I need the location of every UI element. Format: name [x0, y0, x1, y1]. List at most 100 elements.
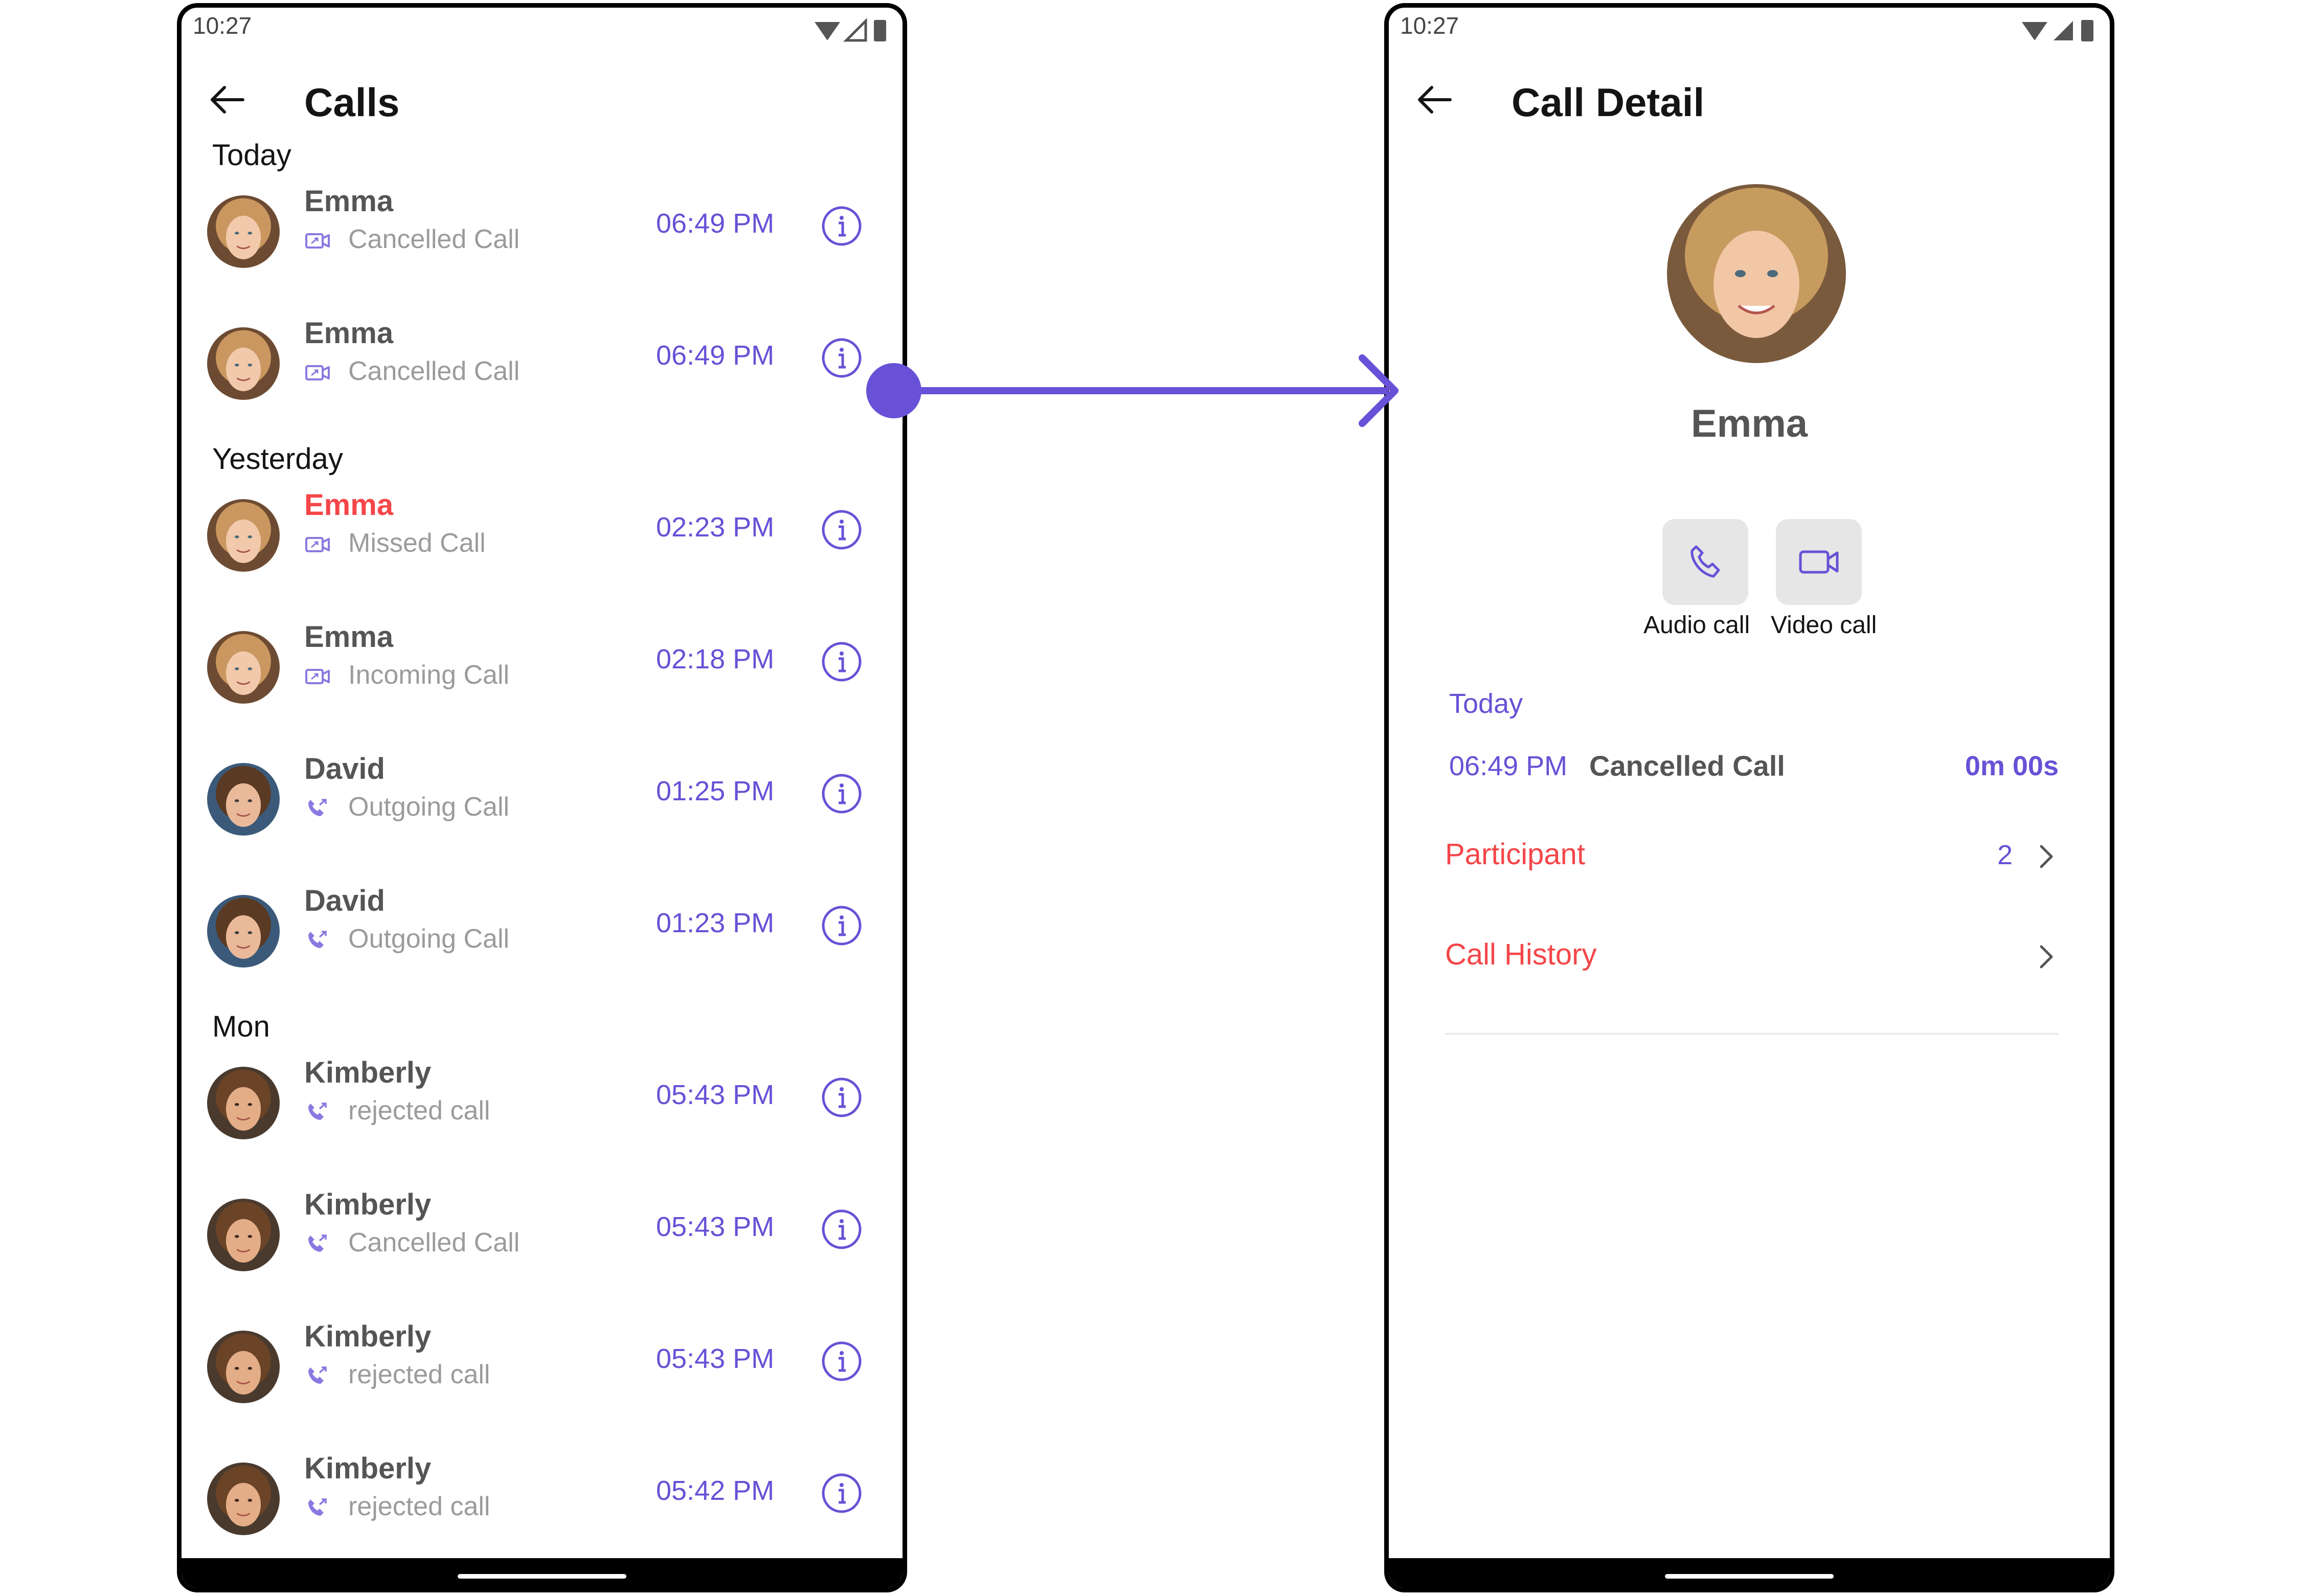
call-list-item[interactable]: Kimberly Cancelled Call 05:43 PM [182, 1172, 903, 1290]
chevron-right-icon [2040, 845, 2053, 868]
avatar [207, 1067, 280, 1139]
call-history-row[interactable]: Call History [1445, 932, 2059, 983]
video-call-icon [305, 669, 330, 684]
audio-call-icon [308, 1366, 327, 1384]
info-icon[interactable] [820, 1076, 863, 1119]
caller-name: Emma [304, 620, 394, 654]
nav-strip [182, 1558, 903, 1588]
info-icon[interactable] [820, 1208, 863, 1251]
participant-row[interactable]: Participant 2 [1445, 832, 2059, 883]
video-call-label: Video call [1771, 612, 1877, 639]
call-type: Incoming Call [348, 660, 510, 690]
call-time: 05:43 PM [656, 1343, 775, 1374]
section-label: Today [212, 139, 291, 172]
call-type: Cancelled Call [348, 356, 520, 386]
call-time: 01:23 PM [656, 908, 775, 938]
app-bar: Calls [182, 64, 903, 136]
caller-name: David [304, 752, 385, 785]
call-detail-screen: 10:27 Call Detail Emma Audio call Video … [1384, 3, 2114, 1592]
caller-name: Kimberly [304, 1188, 432, 1221]
home-indicator [458, 1574, 626, 1579]
call-list-item[interactable]: Emma Cancelled Call 06:49 PM [182, 169, 903, 286]
divider [1445, 1033, 2059, 1035]
video-call-button[interactable] [1776, 519, 1862, 605]
avatar [207, 1331, 280, 1403]
page-title: Calls [304, 80, 400, 125]
phone-icon [1690, 545, 1720, 578]
call-time: 06:49 PM [656, 340, 775, 371]
caller-name: Kimberly [304, 1056, 432, 1089]
info-icon[interactable] [820, 205, 863, 248]
contact-name: Emma [1690, 402, 1808, 445]
avatar [207, 1199, 280, 1271]
log-type: Cancelled Call [1589, 750, 1785, 782]
section-label: Mon [212, 1010, 270, 1043]
caller-name: David [304, 884, 385, 917]
audio-call-label: Audio call [1643, 612, 1750, 639]
back-arrow-icon[interactable] [1414, 79, 1455, 120]
call-time: 06:49 PM [656, 208, 775, 239]
status-icons [815, 17, 886, 42]
call-type: Outgoing Call [348, 792, 510, 822]
home-indicator [1665, 1574, 1834, 1579]
caller-name: Emma [304, 185, 394, 218]
info-icon[interactable] [820, 772, 863, 815]
status-time: 10:27 [1400, 12, 1459, 39]
info-icon[interactable] [820, 1472, 863, 1515]
caller-name: Emma [304, 317, 394, 350]
call-history-label: Call History [1445, 938, 1597, 971]
call-type: Cancelled Call [348, 224, 520, 254]
avatar [1667, 184, 1846, 363]
call-list-item[interactable]: Kimberly rejected call 05:43 PM [182, 1304, 903, 1422]
call-time: 05:42 PM [656, 1475, 775, 1506]
info-icon[interactable] [820, 336, 863, 379]
call-list-item[interactable]: Kimberly rejected call 05:43 PM [182, 1040, 903, 1158]
chevron-right-icon [2040, 945, 2053, 969]
status-bar: 10:27 [182, 8, 903, 49]
call-time: 05:43 PM [656, 1211, 775, 1242]
avatar [207, 1463, 280, 1535]
call-list-item[interactable]: David Outgoing Call 01:23 PM [182, 868, 903, 986]
call-list-item[interactable]: Emma Missed Call 02:23 PM [182, 473, 903, 590]
video-call-icon [305, 365, 330, 380]
caller-name: Emma [304, 488, 394, 522]
call-type: rejected call [348, 1096, 490, 1126]
video-call-icon [305, 233, 330, 249]
status-time: 10:27 [193, 12, 252, 39]
back-arrow-icon[interactable] [207, 79, 248, 120]
date-label: Today [1449, 688, 1523, 719]
call-type: Cancelled Call [348, 1228, 520, 1257]
avatar [207, 327, 280, 400]
nav-strip [1389, 1558, 2110, 1588]
audio-call-icon [308, 799, 327, 816]
app-bar: Call Detail [1389, 64, 2110, 136]
call-list-item[interactable]: Emma Cancelled Call 06:49 PM [182, 301, 903, 418]
call-time: 02:18 PM [656, 644, 775, 675]
call-list-item[interactable]: Kimberly rejected call 05:42 PM [182, 1436, 903, 1554]
call-type: Outgoing Call [348, 924, 510, 954]
call-time: 05:43 PM [656, 1080, 775, 1110]
log-time: 06:49 PM [1449, 751, 1568, 781]
log-duration: 0m 00s [1965, 751, 2059, 781]
info-icon[interactable] [820, 904, 863, 947]
audio-call-button[interactable] [1662, 519, 1748, 605]
audio-call-icon [308, 1234, 327, 1252]
avatar [207, 763, 280, 836]
info-icon[interactable] [820, 508, 863, 551]
participant-count: 2 [1997, 840, 2013, 870]
avatar [207, 631, 280, 704]
call-list-item[interactable]: David Outgoing Call 01:25 PM [182, 736, 903, 854]
video-call-icon [305, 537, 330, 552]
call-list-item[interactable]: Emma Incoming Call 02:18 PM [182, 604, 903, 722]
call-time: 01:25 PM [656, 776, 775, 806]
call-type: Missed Call [348, 528, 486, 558]
info-icon[interactable] [820, 640, 863, 683]
participant-label: Participant [1445, 838, 1586, 871]
call-type: rejected call [348, 1360, 490, 1389]
avatar [207, 895, 280, 968]
video-camera-icon [1799, 550, 1839, 574]
call-time: 02:23 PM [656, 512, 775, 543]
avatar [207, 195, 280, 268]
audio-call-icon [308, 931, 327, 948]
info-icon[interactable] [820, 1340, 863, 1383]
